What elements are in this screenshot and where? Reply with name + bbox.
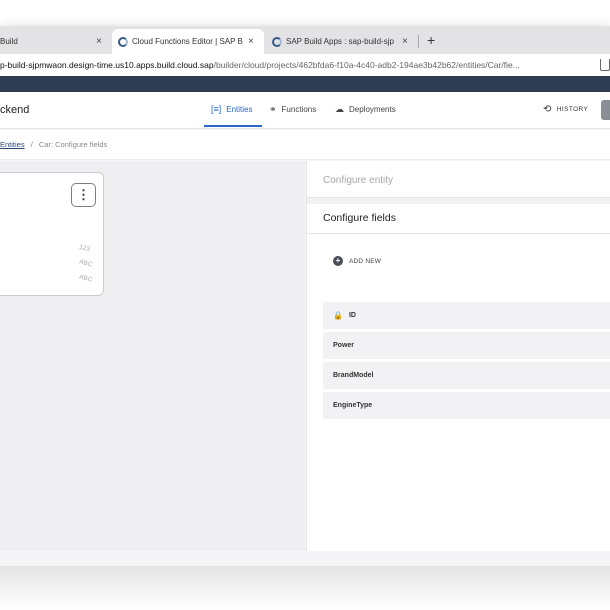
browser-tab-build[interactable]: Build × (0, 29, 112, 54)
field-row-id[interactable]: 🔒 ID (323, 302, 610, 330)
tab-separator (418, 35, 419, 48)
configure-entity-title: Configure entity (323, 175, 394, 186)
text-type-icon: ABC (78, 258, 94, 269)
tab-label: Functions (281, 105, 317, 114)
tab-close-icon[interactable]: × (402, 36, 408, 47)
configure-entity-section[interactable]: Configure entity (307, 161, 610, 198)
new-tab-button[interactable]: + (427, 32, 435, 48)
history-button[interactable]: ⟲ HISTORY (543, 104, 588, 115)
active-tab-indicator (204, 125, 262, 127)
breadcrumb-bar: Entities / Car: Configure fields (0, 130, 610, 160)
configuration-panel: Configure entity Configure fields + ADD … (306, 161, 610, 551)
browser-tab-sap-build-apps[interactable]: SAP Build Apps : sap-build-sjp × (266, 29, 418, 54)
app-header: ckend [≡] Entities ⚭ Functions ☁ Deploym… (0, 92, 610, 129)
url-host: p-build-sjpmwaon.design-time.us10.apps.b… (0, 60, 214, 70)
history-icon: ⟲ (543, 104, 552, 115)
sap-build-favicon-icon (272, 36, 282, 47)
panel-gap (307, 198, 610, 204)
history-label: HISTORY (556, 106, 589, 113)
tab-title: Build (0, 37, 18, 46)
configure-fields-title: Configure fields (323, 212, 396, 224)
tab-title: Cloud Functions Editor | SAP B (132, 37, 243, 46)
breadcrumb-current: Car: Configure fields (38, 140, 108, 149)
shell-bar (0, 76, 610, 92)
divider (307, 233, 610, 234)
text-type-icon: ABC (78, 273, 94, 284)
plus-icon: + (333, 256, 343, 266)
lock-icon: 🔒 (333, 311, 343, 320)
tab-functions[interactable]: ⚭ Functions (269, 104, 316, 115)
entities-icon: [≡] (211, 104, 222, 114)
tab-label: Deployments (349, 105, 396, 114)
header-action-button[interactable] (601, 100, 610, 120)
entity-card-car[interactable]: ⋮ 123 ABC ABC (0, 172, 104, 296)
field-row-brandmodel[interactable]: BrandModel (323, 362, 610, 390)
tab-deployments[interactable]: ☁ Deployments (335, 104, 396, 115)
desktop-background (0, 566, 610, 610)
deployments-icon: ☁ (335, 104, 344, 114)
share-icon[interactable] (600, 59, 610, 71)
sap-build-favicon-icon (118, 36, 128, 47)
address-bar[interactable]: p-build-sjpmwaon.design-time.us10.apps.b… (0, 54, 610, 76)
tab-close-icon[interactable]: × (248, 36, 254, 47)
breadcrumb-entities-link[interactable]: Entities (0, 140, 25, 149)
browser-tab-cloud-functions[interactable]: Cloud Functions Editor | SAP B × (112, 29, 264, 54)
tab-entities[interactable]: [≡] Entities (211, 104, 253, 114)
breadcrumb: Entities / Car: Configure fields (0, 140, 107, 149)
tab-close-icon[interactable]: × (96, 36, 102, 47)
field-row-enginetype[interactable]: EngineType (323, 392, 610, 420)
tab-title: SAP Build Apps : sap-build-sjp (286, 37, 394, 46)
add-new-field-button[interactable]: + ADD NEW (333, 256, 381, 266)
browser-window: Build × Cloud Functions Editor | SAP B ×… (0, 26, 610, 566)
more-options-icon[interactable]: ⋮ (71, 183, 96, 207)
field-name: BrandModel (333, 372, 374, 379)
app-title: ckend (0, 104, 30, 116)
functions-icon: ⚭ (269, 104, 277, 114)
entity-canvas[interactable]: ⋮ 123 ABC ABC (0, 161, 305, 551)
number-type-icon: 123 (78, 243, 91, 254)
url-path: /builder/cloud/projects/462bfda6-f10a-4c… (213, 60, 520, 70)
field-row-power[interactable]: Power (323, 332, 610, 360)
breadcrumb-separator: / (30, 140, 33, 149)
url-text[interactable]: p-build-sjpmwaon.design-time.us10.apps.b… (0, 60, 600, 70)
field-name: EngineType (333, 402, 373, 409)
tab-label: Entities (226, 104, 253, 114)
add-new-label: ADD NEW (349, 257, 382, 265)
tab-strip: Build × Cloud Functions Editor | SAP B ×… (0, 26, 610, 54)
field-name: ID (348, 312, 356, 319)
field-name: Power (333, 342, 355, 349)
